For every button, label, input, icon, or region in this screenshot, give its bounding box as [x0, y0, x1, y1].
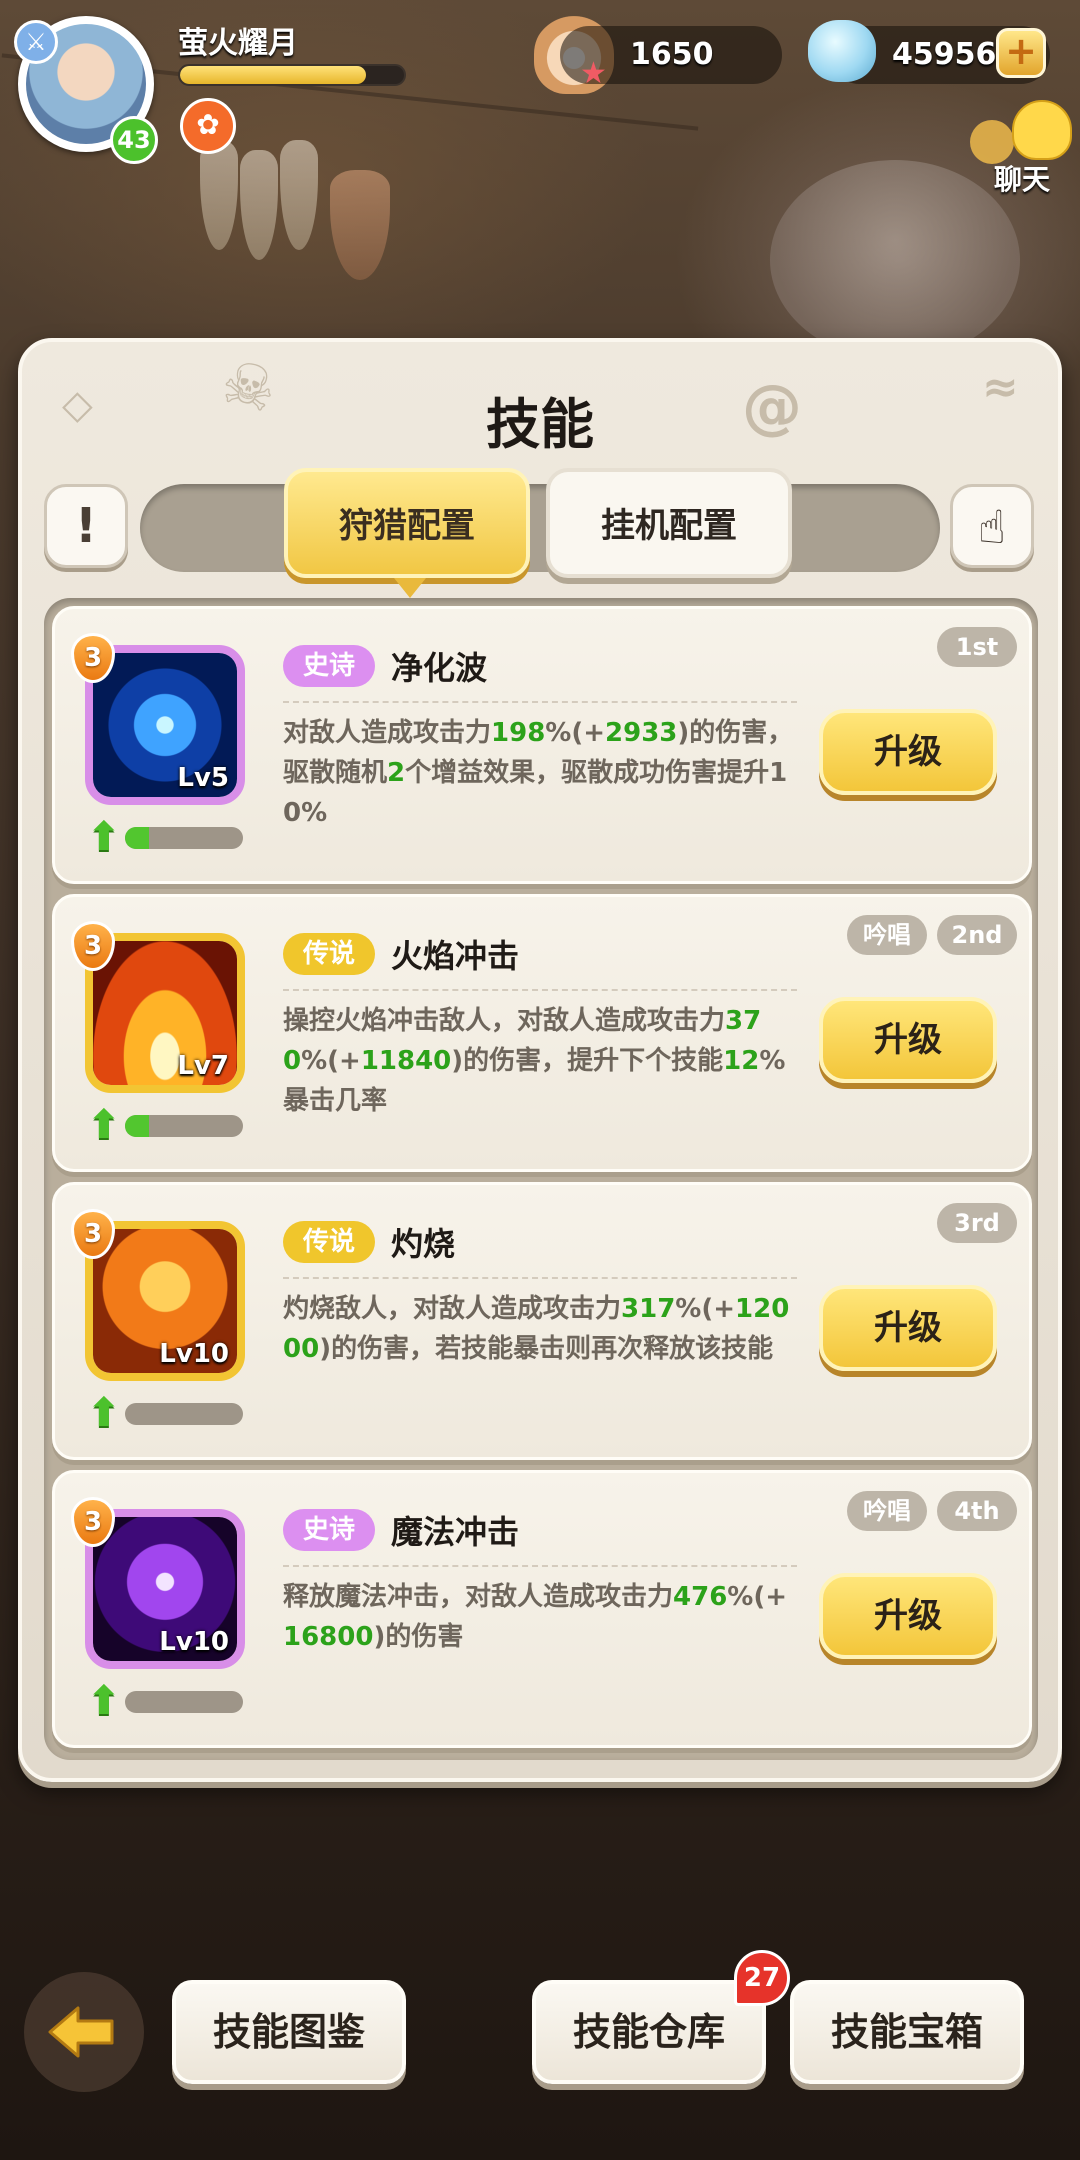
- divider: [283, 1565, 797, 1567]
- skill-card: Lv7 3 ⬆ 传说 火焰冲击 吟唱 2nd 操控火焰冲击敌人，对敌人造成攻击力…: [52, 894, 1032, 1172]
- desc-text: %(+: [545, 718, 606, 748]
- tab-track: [140, 484, 940, 572]
- skill-progress-fill: [125, 827, 149, 849]
- skill-level: Lv10: [159, 1339, 229, 1369]
- divider: [283, 1277, 797, 1279]
- stat-value: 198: [491, 718, 546, 748]
- pointer-hand-icon[interactable]: ☝: [950, 484, 1034, 568]
- desc-text: )的伤害，提升下个技能: [451, 1046, 724, 1076]
- page-title: 技能: [486, 393, 594, 456]
- stat-value: 12: [723, 1046, 760, 1076]
- skill-level: Lv7: [177, 1051, 229, 1081]
- meat-decoration: [330, 170, 390, 280]
- stat-value: 11840: [360, 1046, 452, 1076]
- desc-text: %(+: [301, 1046, 361, 1076]
- upgrade-button[interactable]: 升级: [819, 1573, 997, 1659]
- back-arrow-icon[interactable]: [46, 2004, 118, 2060]
- chat-label: 聊天: [994, 163, 1051, 196]
- skill-progress-bar: [125, 1115, 243, 1137]
- player-level-badge: 43: [110, 116, 158, 164]
- upgrade-button[interactable]: 升级: [819, 997, 997, 1083]
- skill-progress-bar: [125, 827, 243, 849]
- tab-hunt-config[interactable]: 狩猎配置: [284, 468, 530, 598]
- class-sword-icon: ⚔: [14, 20, 58, 64]
- upgrade-arrow-icon: ⬆: [87, 1390, 121, 1436]
- exclamation-icon[interactable]: !: [44, 484, 128, 568]
- chant-badge: 吟唱: [847, 915, 927, 955]
- chat-ghost-icon: [1012, 100, 1072, 160]
- fang-decoration: [200, 140, 238, 250]
- upgrade-button[interactable]: 升级: [819, 1285, 997, 1371]
- desc-text: 操控火焰冲击敌人，对敌人造成攻击力: [283, 1006, 726, 1036]
- plus-button[interactable]: +: [996, 28, 1046, 78]
- skill-progress-fill: [125, 1115, 149, 1137]
- skill-card: Lv10 3 ⬆ 传说 灼烧 3rd 灼烧敌人，对敌人造成攻击力317%(+12…: [52, 1182, 1032, 1460]
- skill-description: 灼烧敌人，对敌人造成攻击力317%(+12000)的伤害，若技能暴击则再次释放该…: [283, 1289, 799, 1369]
- slot-rank-badge: 3rd: [937, 1203, 1017, 1243]
- desc-text: )的伤害，若技能暴击则再次释放该技能: [319, 1334, 774, 1364]
- starfish-icon: ★: [580, 56, 607, 91]
- skill-level: Lv5: [177, 763, 229, 793]
- xp-bar-fill: [180, 66, 366, 84]
- desc-text: 对敌人造成攻击力: [283, 718, 492, 748]
- fang-decoration: [240, 150, 278, 260]
- skill-codex-button[interactable]: 技能图鉴: [172, 1980, 406, 2084]
- skull-decoration: [770, 160, 1020, 360]
- notification-badge: 27: [734, 1950, 790, 2006]
- slot-rank-badge: 1st: [937, 627, 1017, 667]
- chant-badge: 吟唱: [847, 1491, 927, 1531]
- skill-card: Lv10 3 ⬆ 史诗 魔法冲击 吟唱 4th 释放魔法冲击，对敌人造成攻击力4…: [52, 1470, 1032, 1748]
- skill-card: Lv5 3 ⬆ 史诗 净化波 1st 对敌人造成攻击力198%(+2933)的伤…: [52, 606, 1032, 884]
- skill-progress-bar: [125, 1691, 243, 1713]
- desc-text: %(+: [727, 1582, 788, 1612]
- upgrade-arrow-icon: ⬆: [87, 1678, 121, 1724]
- player-name: 萤火耀月: [178, 26, 298, 61]
- desc-text: 灼烧敌人，对敌人造成攻击力: [283, 1294, 622, 1324]
- skill-name: 魔法冲击: [391, 1513, 520, 1551]
- divider: [283, 701, 797, 703]
- gem-icon: [808, 20, 876, 82]
- skill-description: 操控火焰冲击敌人，对敌人造成攻击力370%(+11840)的伤害，提升下个技能1…: [283, 1001, 799, 1121]
- skill-level: Lv10: [159, 1627, 229, 1657]
- skill-storage-button[interactable]: 技能仓库: [532, 1980, 766, 2084]
- skill-progress-bar: [125, 1403, 243, 1425]
- tab-idle-config[interactable]: 挂机配置: [546, 468, 792, 578]
- xp-bar: [178, 64, 406, 86]
- stat-value: 476: [673, 1582, 728, 1612]
- skill-name: 火焰冲击: [391, 937, 520, 975]
- rarity-badge: 传说: [283, 933, 375, 975]
- skill-name: 净化波: [391, 649, 488, 687]
- divider: [283, 989, 797, 991]
- slot-rank-badge: 4th: [937, 1491, 1017, 1531]
- fang-decoration: [280, 140, 318, 250]
- stat-value: 16800: [283, 1622, 374, 1652]
- upgrade-arrow-icon: ⬆: [87, 814, 121, 860]
- rarity-badge: 传说: [283, 1221, 375, 1263]
- stat-value: 317: [621, 1294, 676, 1324]
- desc-text: 释放魔法冲击，对敌人造成攻击力: [283, 1582, 674, 1612]
- stat-value: 2933: [605, 718, 678, 748]
- skill-chest-button[interactable]: 技能宝箱: [790, 1980, 1024, 2084]
- rarity-badge: 史诗: [283, 645, 375, 687]
- desc-text: )的伤害: [373, 1622, 464, 1652]
- chat-button[interactable]: 聊天: [970, 100, 1072, 196]
- guild-icon[interactable]: ✿: [180, 98, 236, 154]
- desc-text: %(+: [675, 1294, 736, 1324]
- upgrade-arrow-icon: ⬆: [87, 1102, 121, 1148]
- upgrade-button[interactable]: 升级: [819, 709, 997, 795]
- rarity-badge: 史诗: [283, 1509, 375, 1551]
- stat-value: 2: [387, 758, 406, 788]
- skill-name: 灼烧: [391, 1225, 456, 1263]
- skill-description: 对敌人造成攻击力198%(+2933)的伤害，驱散随机2个增益效果，驱散成功伤害…: [283, 713, 799, 833]
- slot-rank-badge: 2nd: [937, 915, 1017, 955]
- skill-description: 释放魔法冲击，对敌人造成攻击力476%(+ 16800)的伤害: [283, 1577, 799, 1657]
